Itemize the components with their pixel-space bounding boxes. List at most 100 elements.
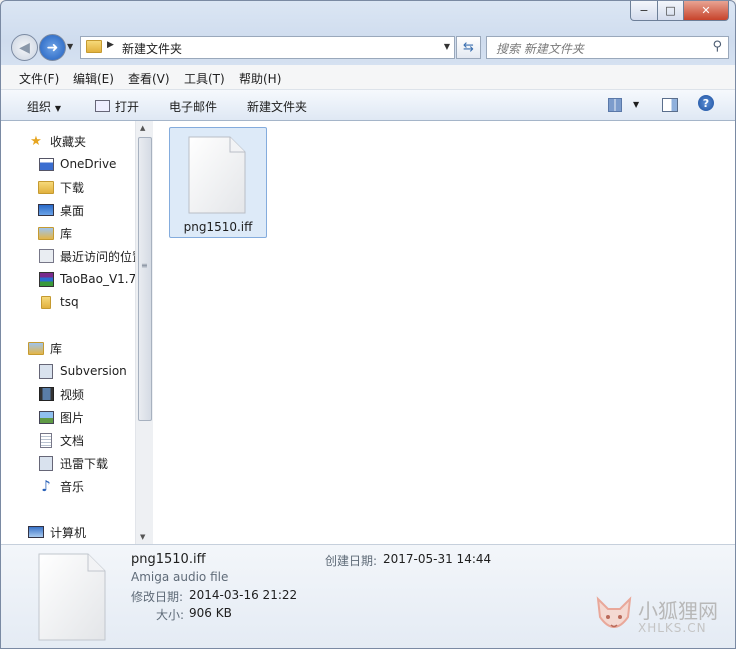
file-item[interactable]: png1510.iff [169,127,267,238]
navigation-pane: ★ 收藏夹 OneDrive 下载 桌面 库 最近访问的位置 TaoBao_V1… [1,121,153,544]
nav-item-subversion[interactable]: Subversion [1,360,152,382]
recent-places-icon [38,248,54,264]
folder-icon [38,294,54,310]
back-button[interactable]: ◀ [11,34,38,61]
fox-logo-icon [596,596,632,628]
nav-item-label: 下载 [60,180,85,195]
music-icon: ♪ [41,477,51,495]
nav-item-music[interactable]: ♪ 音乐 [1,475,152,497]
nav-favorites-label: 收藏夹 [50,134,87,149]
nav-item-recent[interactable]: 最近访问的位置 [1,245,152,267]
computer-icon [28,524,44,540]
nav-item-label: OneDrive [60,157,117,171]
winrar-archive-icon [38,271,54,287]
nav-item-tsq[interactable]: tsq [1,291,152,313]
scrollbar-thumb[interactable] [138,137,152,421]
star-icon: ★ [30,133,42,149]
file-name: png1510.iff [183,220,253,234]
file-icon [188,136,246,214]
nav-favorites[interactable]: ★ 收藏夹 [1,130,152,152]
open-label: 打开 [115,100,140,114]
library-icon [28,340,44,356]
email-button[interactable]: 电子邮件 [169,98,217,115]
open-button[interactable]: 打开 [95,98,139,115]
nav-libraries[interactable]: 库 [1,337,152,359]
organize-dropdown-icon: ▼ [54,104,61,113]
nav-item-label: Subversion [60,364,127,378]
search-icon[interactable]: ⚲ [712,39,722,54]
nav-item-onedrive[interactable]: OneDrive [1,153,152,175]
subversion-library-icon [38,363,54,379]
nav-item-label: 迅雷下载 [60,456,109,471]
details-size-label: 大小: [156,608,185,622]
nav-item-pictures[interactable]: 图片 [1,406,152,428]
downloads-folder-icon [38,179,54,195]
video-icon [38,386,54,402]
nav-item-label: 音乐 [60,479,85,494]
details-filetype: Amiga audio file [131,570,229,584]
details-filename: png1510.iff [131,552,206,567]
download-library-icon [38,455,54,471]
nav-item-label: 文档 [60,433,85,448]
nav-item-label: 图片 [60,410,85,425]
change-view-icon[interactable] [608,98,622,115]
recent-pages-dropdown-icon[interactable]: ▼ [67,42,73,51]
watermark-text: 小狐狸网 [638,599,718,623]
desktop-icon [38,202,54,218]
maximize-button[interactable]: □ [658,1,684,21]
nav-item-desktop[interactable]: 桌面 [1,199,152,221]
nav-item-taobao[interactable]: TaoBao_V1.7 [1,268,152,290]
help-icon[interactable]: ? [698,95,714,111]
file-thumbnail-icon [38,553,106,641]
nav-computer-label: 计算机 [50,525,87,540]
organize-button[interactable]: 组织 ▼ [27,98,61,115]
details-created-label: 创建日期: [325,554,378,568]
folder-icon [86,40,102,53]
nav-item-xunlei[interactable]: 迅雷下载 [1,452,152,474]
search-placeholder: 搜索 新建文件夹 [496,42,584,56]
nav-item-label: 库 [60,226,73,241]
nav-item-downloads[interactable]: 下载 [1,176,152,198]
preview-pane-icon[interactable] [662,98,678,115]
nav-computer[interactable]: 计算机 [1,521,152,543]
menu-file[interactable]: 文件(F) [19,70,59,87]
organize-label: 组织 [27,100,52,114]
refresh-icon: ⇆ [463,40,474,55]
details-modified-label: 修改日期: [131,590,184,604]
nav-libraries-label: 库 [50,341,63,356]
file-list[interactable]: png1510.iff [153,121,735,544]
menu-tools[interactable]: 工具(T) [184,70,225,87]
menu-view[interactable]: 查看(V) [128,70,170,87]
nav-item-libraries[interactable]: 库 [1,222,152,244]
close-button[interactable]: ✕ [684,1,729,21]
library-icon [38,225,54,241]
breadcrumb-current-folder[interactable]: 新建文件夹 [122,40,182,57]
picture-icon [38,409,54,425]
forward-button[interactable]: ➜ [39,34,66,61]
menu-bar: 文件(F) 编辑(E) 查看(V) 工具(T) 帮助(H) [1,65,735,90]
address-dropdown-icon[interactable]: ▼ [444,42,450,51]
menu-edit[interactable]: 编辑(E) [73,70,114,87]
explorer-window: − □ ✕ ◀ ➜ ▼ ▶ 新建文件夹 ▼ ⇆ 搜索 新建文件夹 ⚲ 文件(F)… [0,0,736,649]
caption-buttons: − □ ✕ [630,1,729,21]
document-icon [38,432,54,448]
scroll-up-icon[interactable]: ▲ [140,124,145,132]
refresh-button[interactable]: ⇆ [456,36,481,59]
details-created-value: 2017-05-31 14:44 [383,552,492,566]
nav-scrollbar[interactable]: ▲ ≡ ▼ [135,121,153,544]
watermark-domain: XHLKS.CN [638,621,707,635]
menu-help[interactable]: 帮助(H) [239,70,281,87]
onedrive-icon [38,156,54,172]
breadcrumb-chevron-icon[interactable]: ▶ [107,40,114,50]
search-input[interactable]: 搜索 新建文件夹 ⚲ [486,36,729,59]
nav-item-documents[interactable]: 文档 [1,429,152,451]
details-modified-value: 2014-03-16 21:22 [189,588,298,602]
view-dropdown-icon[interactable]: ▼ [633,100,639,109]
address-bar[interactable]: ▶ 新建文件夹 ▼ [80,36,455,59]
watermark: 小狐狸网 XHLKS.CN [594,593,729,641]
minimize-button[interactable]: − [630,1,658,21]
command-bar: 组织 ▼ 打开 电子邮件 新建文件夹 ▼ ? [1,90,735,121]
scroll-down-icon[interactable]: ▼ [140,533,145,541]
nav-item-videos[interactable]: 视频 [1,383,152,405]
new-folder-button[interactable]: 新建文件夹 [247,98,307,115]
